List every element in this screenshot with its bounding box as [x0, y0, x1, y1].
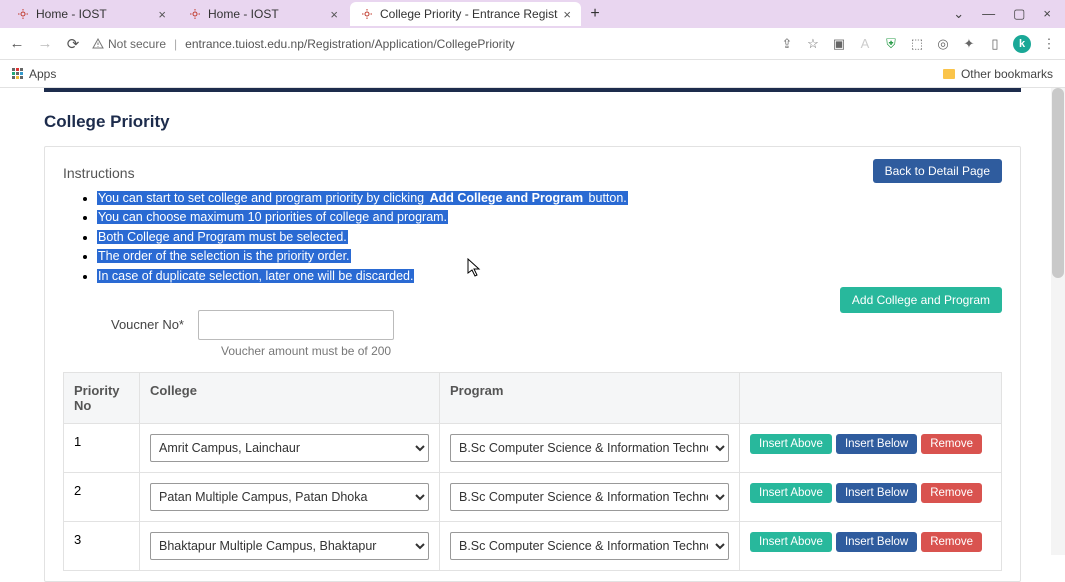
browser-tab[interactable]: Home - IOST × [6, 2, 176, 26]
college-select[interactable]: Bhaktapur Multiple Campus, Bhaktapur [150, 532, 429, 560]
scrollbar-thumb[interactable] [1052, 88, 1064, 278]
page-content: College Priority Back to Detail Page Ins… [0, 88, 1065, 582]
college-select[interactable]: Amrit Campus, Lainchaur [150, 434, 429, 462]
th-priority-no: Priority No [64, 372, 140, 423]
add-college-program-button[interactable]: Add College and Program [840, 287, 1002, 313]
instruction-item: You can choose maximum 10 priorities of … [97, 208, 1002, 227]
not-secure-label: Not secure [108, 37, 166, 51]
voucher-input[interactable] [198, 310, 394, 340]
tab-title: Home - IOST [36, 7, 107, 21]
remove-button[interactable]: Remove [921, 483, 982, 503]
extension-icon[interactable]: A [857, 36, 873, 52]
main-panel: Back to Detail Page Instructions You can… [44, 146, 1021, 582]
browser-tab[interactable]: College Priority - Entrance Regist × [350, 2, 581, 26]
page-title: College Priority [44, 104, 1021, 146]
forward-icon[interactable]: → [36, 35, 54, 52]
tab-title: Home - IOST [208, 7, 279, 21]
toolbar-icons: ⇪ ☆ ▣ A ⛨ ⬚ ◎ ✦ ▯ k ⋮ [779, 35, 1057, 53]
insert-below-button[interactable]: Insert Below [836, 434, 917, 454]
instructions-list: You can start to set college and program… [63, 189, 1002, 286]
cube-icon[interactable]: ⬚ [909, 36, 925, 52]
bookmark-bar: Apps Other bookmarks [0, 60, 1065, 88]
share-icon[interactable]: ⇪ [779, 36, 795, 52]
address-bar: ← → ⟳ Not secure | entrance.tuiost.edu.n… [0, 28, 1065, 60]
camera-icon[interactable]: ◎ [935, 36, 951, 52]
program-select[interactable]: B.Sc Computer Science & Information Tech… [450, 483, 729, 511]
favicon-gear-icon [188, 7, 202, 21]
maximize-icon[interactable]: ▢ [1013, 6, 1025, 22]
insert-below-button[interactable]: Insert Below [836, 532, 917, 552]
favicon-gear-icon [16, 7, 30, 21]
th-actions [740, 372, 1002, 423]
devices-icon[interactable]: ▯ [987, 36, 1003, 52]
reload-icon[interactable]: ⟳ [64, 35, 82, 53]
tab-title: College Priority - Entrance Regist [380, 7, 557, 21]
extension-icon[interactable]: ▣ [831, 36, 847, 52]
insert-below-button[interactable]: Insert Below [836, 483, 917, 503]
vertical-scrollbar[interactable] [1051, 88, 1065, 555]
instruction-item: In case of duplicate selection, later on… [97, 267, 1002, 286]
folder-icon [943, 69, 955, 79]
star-icon[interactable]: ☆ [805, 36, 821, 52]
shield-icon[interactable]: ⛨ [883, 36, 899, 52]
other-bookmarks[interactable]: Other bookmarks [943, 67, 1053, 81]
priority-table: Priority No College Program 1 Amrit Camp… [63, 372, 1002, 571]
close-icon[interactable]: × [1043, 6, 1051, 22]
insert-above-button[interactable]: Insert Above [750, 532, 832, 552]
apps-label: Apps [29, 67, 56, 81]
favicon-gear-icon [360, 7, 374, 21]
url-box[interactable]: Not secure | entrance.tuiost.edu.np/Regi… [92, 37, 769, 51]
priority-no-cell: 1 [64, 423, 140, 472]
other-bookmarks-label: Other bookmarks [961, 67, 1053, 81]
new-tab-button[interactable]: + [583, 2, 607, 26]
insert-above-button[interactable]: Insert Above [750, 434, 832, 454]
priority-no-cell: 3 [64, 521, 140, 570]
apps-shortcut[interactable]: Apps [12, 67, 56, 81]
instruction-item: Both College and Program must be selecte… [97, 228, 1002, 247]
remove-button[interactable]: Remove [921, 532, 982, 552]
window-controls: ⌄ — ▢ × [953, 6, 1059, 22]
tab-close-icon[interactable]: × [563, 7, 571, 22]
browser-tab[interactable]: Home - IOST × [178, 2, 348, 26]
apps-grid-icon [12, 68, 23, 79]
insert-above-button[interactable]: Insert Above [750, 483, 832, 503]
table-row: 2 Patan Multiple Campus, Patan Dhoka B.S… [64, 472, 1002, 521]
th-college: College [140, 372, 440, 423]
minimize-icon[interactable]: — [982, 6, 995, 22]
table-row: 1 Amrit Campus, Lainchaur B.Sc Computer … [64, 423, 1002, 472]
table-row: 3 Bhaktapur Multiple Campus, Bhaktapur B… [64, 521, 1002, 570]
browser-tab-bar: Home - IOST × Home - IOST × College Prio… [0, 0, 1065, 28]
menu-icon[interactable]: ⋮ [1041, 36, 1057, 52]
not-secure-badge: Not secure [92, 37, 166, 51]
program-select[interactable]: B.Sc Computer Science & Information Tech… [450, 434, 729, 462]
back-to-detail-button[interactable]: Back to Detail Page [873, 159, 1002, 183]
tab-close-icon[interactable]: × [330, 7, 338, 22]
voucher-row: Voucner No* [111, 310, 1002, 340]
tab-close-icon[interactable]: × [158, 7, 166, 22]
url-text: entrance.tuiost.edu.np/Registration/Appl… [185, 37, 515, 51]
instruction-item: The order of the selection is the priori… [97, 247, 1002, 266]
voucher-help-text: Voucher amount must be of 200 [221, 344, 1002, 358]
voucher-label: Voucner No* [111, 317, 184, 332]
chevron-down-icon[interactable]: ⌄ [953, 6, 964, 22]
priority-no-cell: 2 [64, 472, 140, 521]
program-select[interactable]: B.Sc Computer Science & Information Tech… [450, 532, 729, 560]
puzzle-icon[interactable]: ✦ [961, 36, 977, 52]
instruction-item: You can start to set college and program… [97, 189, 1002, 208]
remove-button[interactable]: Remove [921, 434, 982, 454]
college-select[interactable]: Patan Multiple Campus, Patan Dhoka [150, 483, 429, 511]
th-program: Program [440, 372, 740, 423]
instructions-heading: Instructions [63, 165, 1002, 181]
profile-avatar[interactable]: k [1013, 35, 1031, 53]
back-icon[interactable]: ← [8, 35, 26, 52]
